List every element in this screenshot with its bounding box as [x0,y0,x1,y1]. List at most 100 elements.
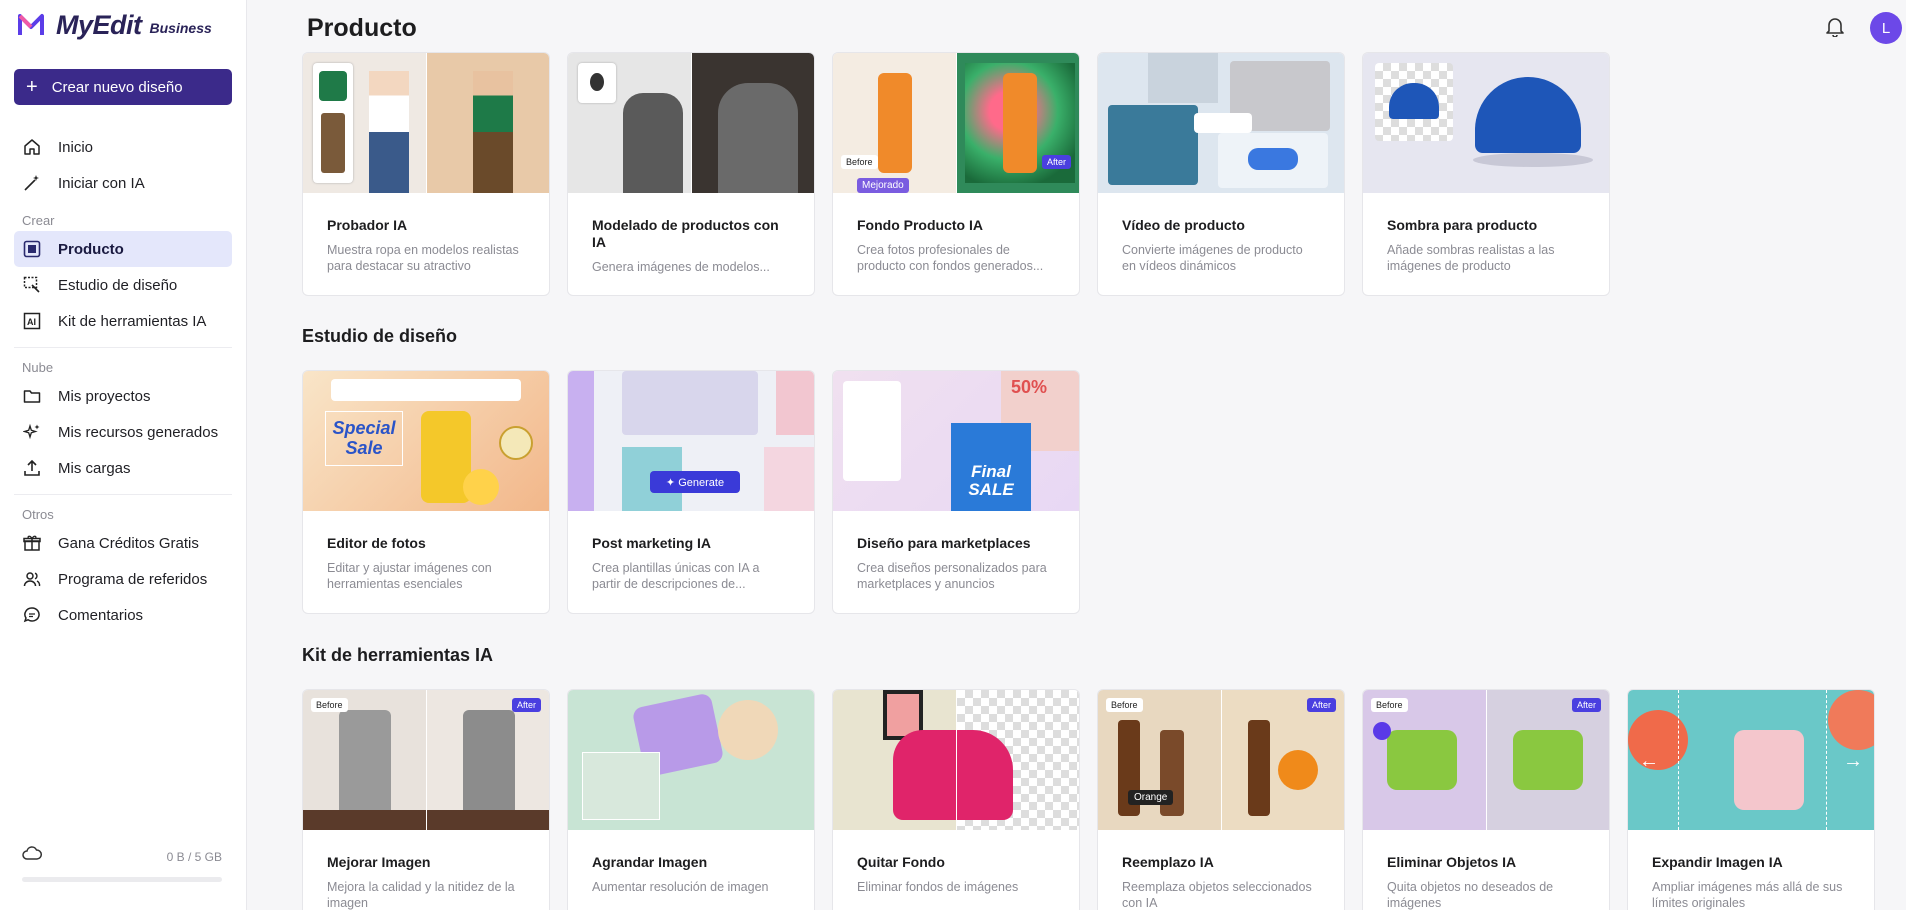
comment-icon [22,605,42,625]
create-new-design-button[interactable]: + Crear nuevo diseño [14,69,232,105]
card-description: Editar y ajustar imágenes con herramient… [327,561,492,591]
sidebar-item-iniciar-con-ia[interactable]: Iniciar con IA [14,165,232,201]
card-description: Añade sombras realistas a las imágenes d… [1387,243,1555,273]
card-title: Reemplazo IA [1122,854,1214,870]
card-title: Quitar Fondo [857,854,945,870]
app-root: MyEdit Business + Crear nuevo diseño Ini… [0,0,1906,910]
sidebar-item-mis-cargas[interactable]: Mis cargas [14,450,232,486]
myedit-logo-icon [14,8,48,42]
brand-name: MyEdit [56,9,142,40]
brand-tier: Business [149,20,212,36]
card-body: Vídeo de producto Convierte imágenes de … [1098,193,1344,274]
card-thumbnail [303,53,549,193]
card-description: Eliminar fondos de imágenes [857,880,1019,894]
gift-icon [22,533,42,553]
carousel-next-arrow-icon[interactable]: → [1842,750,1864,772]
sidebar-item-mis-recursos-generados[interactable]: Mis recursos generados [14,414,232,450]
card-thumbnail [1363,53,1609,193]
tool-card-post-marketing-ia[interactable]: ✦ Generate Post marketing IA Crea planti… [567,370,815,614]
card-body: Eliminar Objetos IA Quita objetos no des… [1363,830,1609,910]
storage-bar [22,877,222,882]
sidebar-divider [14,494,232,495]
design-studio-icon [22,275,42,295]
card-thumbnail [833,690,1079,830]
card-thumbnail [568,690,814,830]
card-thumbnail: Before After [303,690,549,830]
tool-card-quitar-fondo[interactable]: Quitar Fondo Eliminar fondos de imágenes [832,689,1080,910]
orange-label-overlay: Orange [1128,790,1174,805]
before-tag: Before [1106,698,1143,712]
sidebar-item-comentarios[interactable]: Comentarios [14,597,232,633]
folder-icon [22,386,42,406]
sidebar-item-gana-creditos-gratis[interactable]: Gana Créditos Gratis [14,525,232,561]
card-body: Post marketing IA Crea plantillas únicas… [568,511,814,592]
brand[interactable]: MyEdit Business [0,0,246,50]
card-body: Fondo Producto IA Crea fotos profesional… [833,193,1079,274]
plus-icon: + [26,76,38,98]
sidebar-item-inicio[interactable]: Inicio [14,129,232,165]
card-body: Diseño para marketplaces Crea diseños pe… [833,511,1079,592]
sidebar-item-mis-proyectos[interactable]: Mis proyectos [14,378,232,414]
final-sale-overlay: Final SALE [951,423,1031,511]
card-body: Probador IA Muestra ropa en modelos real… [303,193,549,274]
tool-card-mejorar-imagen[interactable]: Before After Mejorar Imagen Mejora la cal… [302,689,550,910]
user-avatar[interactable]: L [1870,12,1902,44]
special-sale-overlay: Special Sale [325,411,403,466]
tool-card-agrandar-imagen[interactable]: Agrandar Imagen Aumentar resolución de i… [567,689,815,910]
storage-text: 0 B / 5 GB [166,849,222,864]
card-description: Convierte imágenes de producto en vídeos… [1122,243,1303,273]
sidebar-item-kit-de-herramientas-ia[interactable]: AI Kit de herramientas IA [14,303,232,339]
sidebar-item-label: Producto [58,240,124,258]
card-description: Reemplaza objetos seleccionados con IA [1122,880,1312,910]
tool-card-fondo-producto-ia[interactable]: Before After Mejorado Fondo Producto IA Cr… [832,52,1080,296]
tool-card-modelado-de-productos-con-ia[interactable]: Modelado de productos con IA Genera imág… [567,52,815,296]
card-body: Editor de fotos Editar y ajustar imágene… [303,511,549,592]
before-tag: Before [1371,698,1408,712]
card-body: Expandir Imagen IA Ampliar imágenes más … [1628,830,1874,910]
tool-card-editor-de-fotos[interactable]: Special Sale Editor de fotos Editar y aj… [302,370,550,614]
sidebar-item-label: Comentarios [58,606,144,624]
tool-card-diseno-para-marketplaces[interactable]: 50% Final SALE Diseño para marketplaces … [832,370,1080,614]
sidebar-item-programa-de-referidos[interactable]: Programa de referidos [14,561,232,597]
section-title-estudio-de-diseno: Estudio de diseño [302,326,458,346]
after-tag: After [511,698,541,712]
card-description: Crea fotos profesionales de producto con… [857,243,1044,273]
after-tag: After [1571,698,1601,712]
card-body: Modelado de productos con IA Genera imág… [568,193,814,275]
card-title: Eliminar Objetos IA [1387,854,1517,870]
tool-card-video-de-producto[interactable]: Vídeo de producto Convierte imágenes de … [1097,52,1345,296]
sidebar-item-estudio-de-diseno[interactable]: Estudio de diseño [14,267,232,303]
card-description: Crea diseños personalizados para marketp… [857,561,1047,591]
enhanced-badge: Mejorado [857,178,909,193]
notification-bell-icon[interactable] [1824,15,1846,38]
svg-text:AI: AI [27,317,36,327]
sidebar-divider [14,347,232,348]
card-title: Vídeo de producto [1122,217,1245,233]
card-body: Agrandar Imagen Aumentar resolución de i… [568,830,814,895]
card-thumbnail [568,53,814,193]
users-icon [22,569,42,589]
sidebar-item-label: Mis proyectos [58,387,151,405]
tool-card-reemplazo-ia[interactable]: Orange Before After Reemplazo IA Reemplaza… [1097,689,1345,910]
sidebar-section-crear: Crear [22,212,55,228]
card-body: Quitar Fondo Eliminar fondos de imágenes [833,830,1079,895]
sidebar-item-producto[interactable]: Producto [14,231,232,267]
before-tag: Before [841,155,878,169]
carousel-prev-arrow-icon[interactable]: ← [1638,750,1660,772]
sparkle-icon [22,422,42,442]
card-grid-producto: Probador IA Muestra ropa en modelos real… [302,52,1610,296]
page-title: Producto [307,14,417,42]
card-description: Crea plantillas únicas con IA a partir d… [592,561,760,591]
card-description: Muestra ropa en modelos realistas para d… [327,243,519,273]
after-tag: After [1306,698,1336,712]
card-title: Agrandar Imagen [592,854,708,870]
sidebar: MyEdit Business + Crear nuevo diseño Ini… [0,0,247,910]
tool-card-eliminar-objetos-ia[interactable]: Before After Eliminar Objetos IA Quita ob… [1362,689,1610,910]
sidebar-item-label: Programa de referidos [58,570,208,588]
card-title: Expandir Imagen IA [1652,854,1783,870]
tool-card-sombra-para-producto[interactable]: Sombra para producto Añade sombras reali… [1362,52,1610,296]
card-thumbnail: Before After [1363,690,1609,830]
card-thumbnail: Before After Mejorado [833,53,1079,193]
tool-card-probador-ia[interactable]: Probador IA Muestra ropa en modelos real… [302,52,550,296]
tool-card-expandir-imagen-ia[interactable]: ← → Expandir Imagen IA Ampliar imágenes … [1627,689,1875,910]
